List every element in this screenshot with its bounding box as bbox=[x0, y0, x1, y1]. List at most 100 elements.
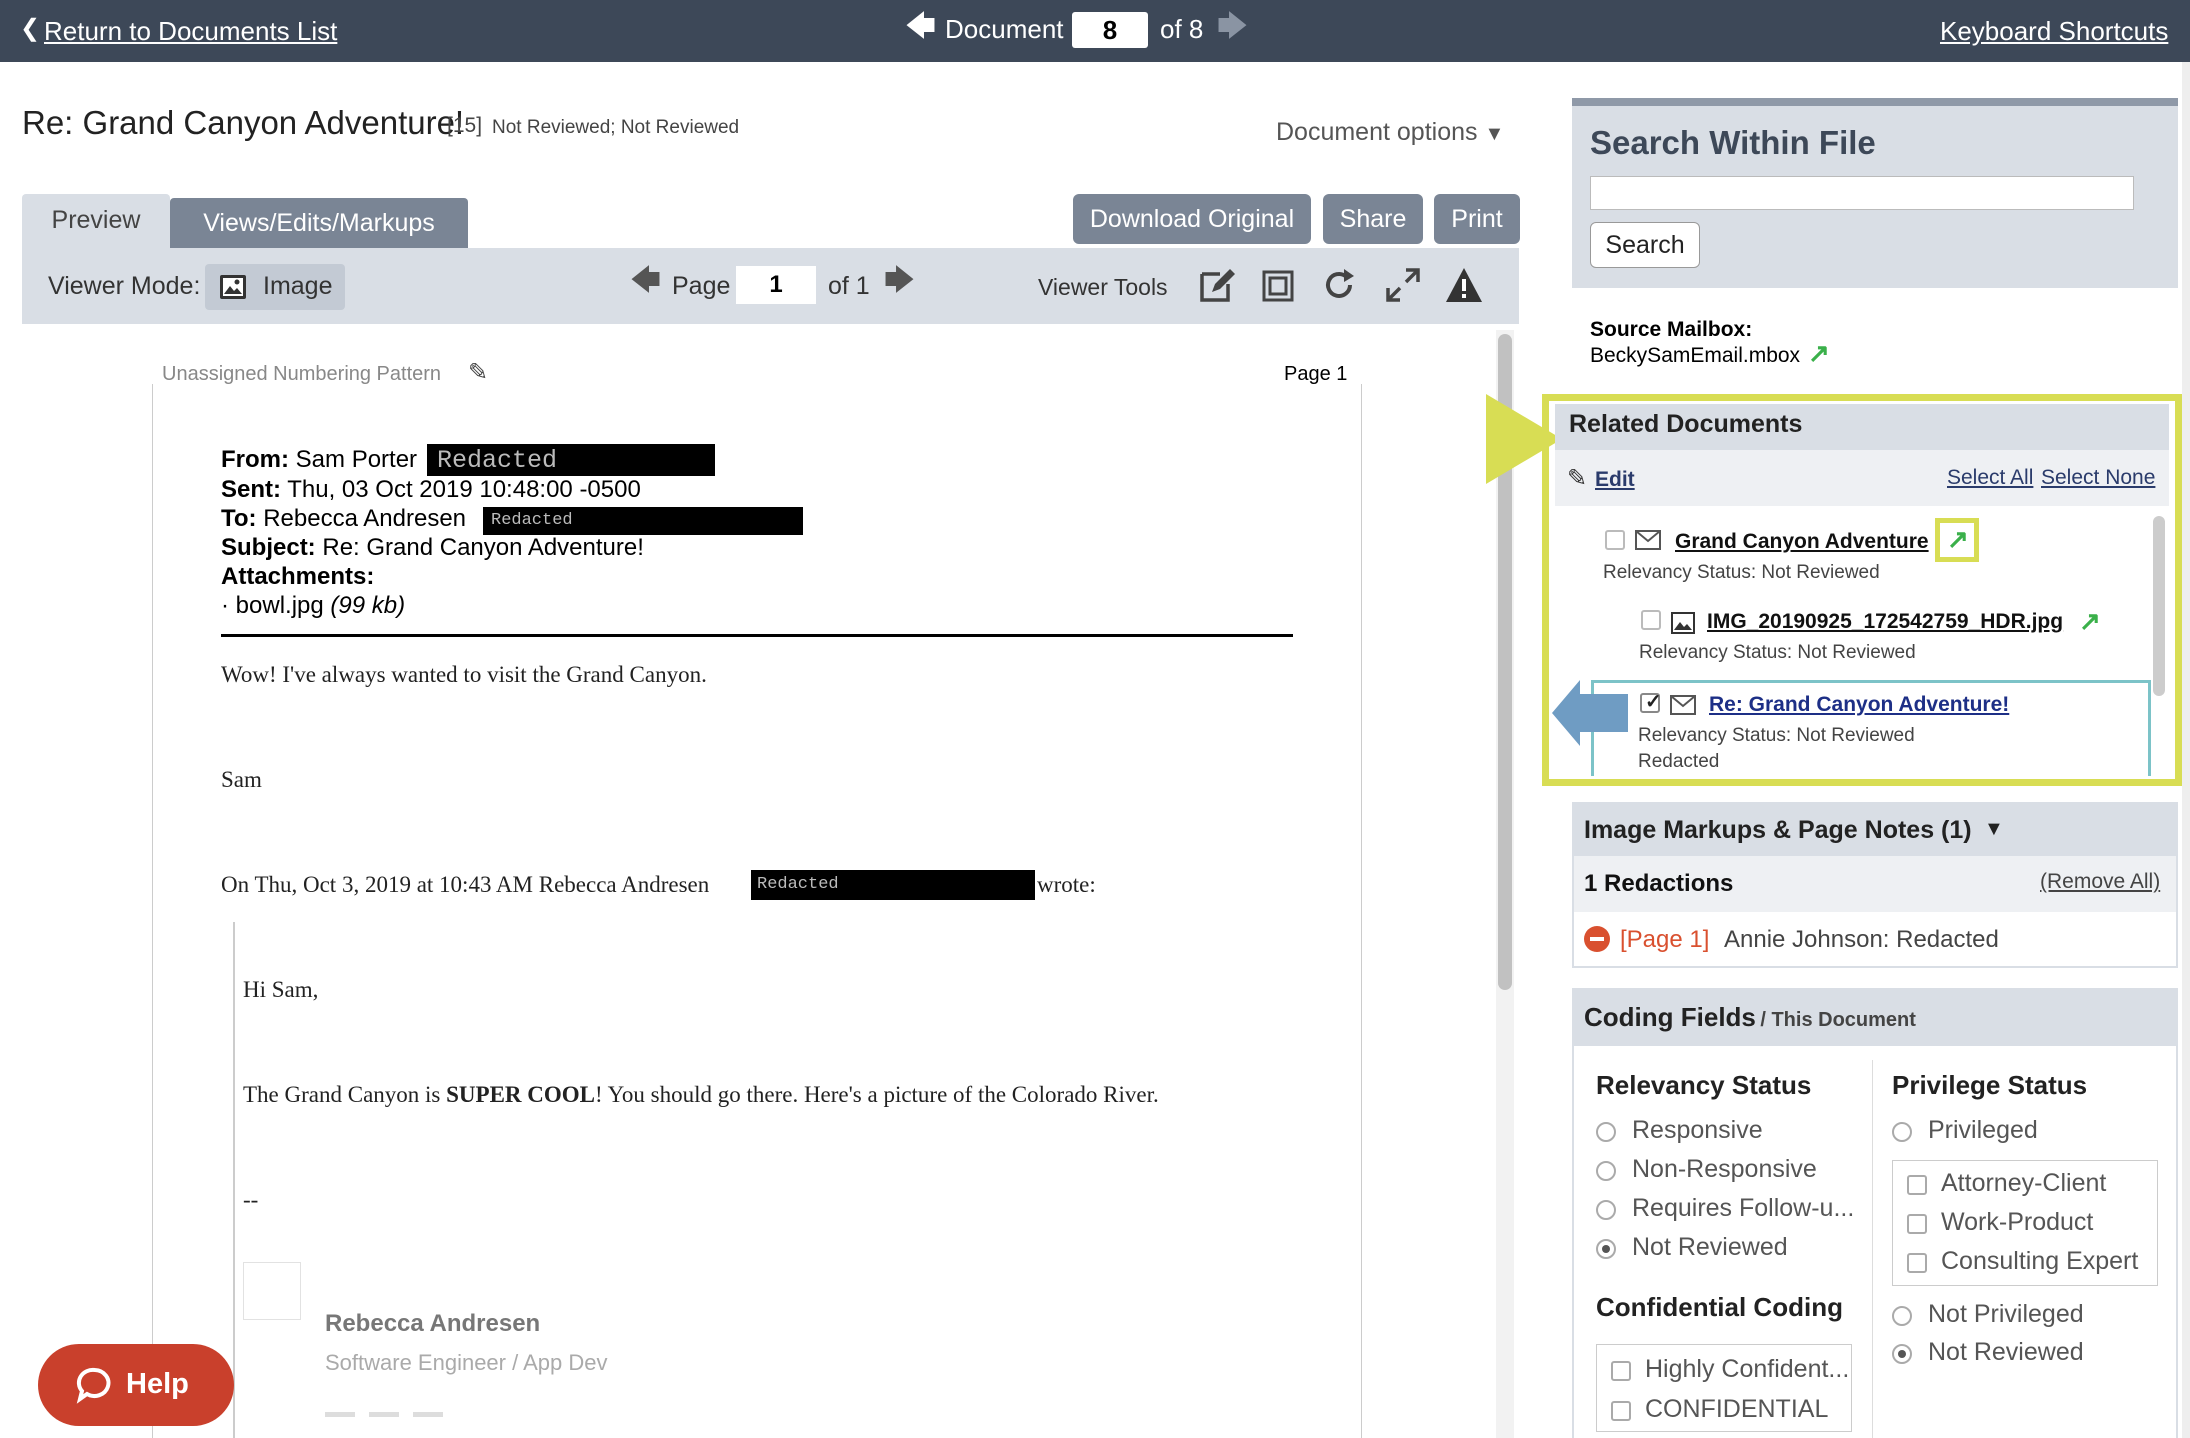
fullscreen-icon[interactable] bbox=[1384, 266, 1422, 304]
pencil-icon[interactable]: ✎ bbox=[468, 358, 488, 387]
checkbox[interactable] bbox=[1641, 610, 1661, 630]
checkbox-checked[interactable]: ✓ bbox=[1640, 691, 1662, 713]
checkbox-work-product[interactable] bbox=[1907, 1214, 1927, 1234]
next-document-icon[interactable]: 🡆 bbox=[1217, 12, 1248, 42]
quote-header: On Thu, Oct 3, 2019 at 10:43 AM Rebecca … bbox=[221, 872, 709, 898]
open-external-icon[interactable]: ↗ bbox=[1947, 526, 1969, 552]
top-bar: ❮ Return to Documents List 🡄 Document 8 … bbox=[0, 0, 2190, 62]
email-icon bbox=[1635, 530, 1661, 550]
select-all-link[interactable]: Select All bbox=[1947, 466, 2033, 490]
warning-icon[interactable] bbox=[1444, 266, 1484, 304]
document-count: of 8 bbox=[1160, 14, 1204, 44]
viewer-mode-label: Viewer Mode: bbox=[48, 272, 201, 300]
radio-non-responsive[interactable] bbox=[1596, 1161, 1616, 1181]
quote-header-text: On Thu, Oct 3, 2019 at 10:43 AM Rebecca … bbox=[221, 872, 710, 897]
quote-dashes: -- bbox=[243, 1187, 259, 1212]
email-icon bbox=[1670, 695, 1696, 715]
quote-line-end: ! You should go there. Here's a picture … bbox=[595, 1082, 1159, 1107]
open-external-icon[interactable]: ↗ bbox=[2079, 608, 2101, 634]
viewer-toolbar: Viewer Mode: Image 🡄 Page 1 of 1 🡆 Viewe… bbox=[22, 248, 1519, 324]
body-line: Wow! I've always wanted to visit the Gra… bbox=[221, 662, 707, 687]
confidential-coding-heading: Confidential Coding bbox=[1596, 1292, 1843, 1322]
image-markups-header[interactable]: Image Markups & Page Notes (1) ▼ bbox=[1574, 804, 2176, 856]
checkbox-confidential[interactable] bbox=[1611, 1401, 1631, 1421]
document-scrollbar[interactable] bbox=[1496, 330, 1514, 1438]
checkbox-highly-confidential[interactable] bbox=[1611, 1361, 1631, 1381]
share-button[interactable]: Share bbox=[1323, 194, 1423, 244]
edit-link[interactable]: Edit bbox=[1595, 468, 1635, 492]
signature-image-placeholder bbox=[243, 1262, 301, 1320]
attachments-label: Attachments: bbox=[221, 563, 375, 590]
chevron-down-icon: ▼ bbox=[1484, 123, 1505, 145]
return-to-documents-link[interactable]: Return to Documents List bbox=[44, 16, 337, 47]
page-scrollbar[interactable] bbox=[2182, 62, 2190, 1438]
open-external-icon[interactable]: ↗ bbox=[1808, 340, 1830, 366]
tab-views-edits-markups[interactable]: Views/Edits/Markups bbox=[170, 198, 468, 248]
rotate-icon[interactable] bbox=[1320, 266, 1358, 304]
radio-not-privileged[interactable] bbox=[1892, 1306, 1912, 1326]
checkbox-attorney-client[interactable] bbox=[1907, 1175, 1927, 1195]
signature-name: Rebecca Andresen bbox=[325, 1310, 541, 1337]
previous-document-icon[interactable]: 🡄 bbox=[905, 12, 936, 42]
relevancy-status: Relevancy Status: Not Reviewed bbox=[1639, 642, 1916, 663]
keyboard-shortcuts-link[interactable]: Keyboard Shortcuts bbox=[1940, 16, 2168, 47]
checkbox-consulting-expert[interactable] bbox=[1907, 1253, 1927, 1273]
checkbox[interactable] bbox=[1605, 530, 1625, 550]
document-count-badge: [15] bbox=[447, 114, 483, 137]
edit-icon[interactable] bbox=[1198, 266, 1236, 304]
radio-privileged[interactable] bbox=[1892, 1122, 1912, 1142]
page-label: Page bbox=[672, 272, 731, 300]
quote-greeting: Hi Sam, bbox=[243, 977, 319, 1002]
related-doc-link[interactable]: Grand Canyon Adventure bbox=[1675, 530, 1929, 554]
print-button[interactable]: Print bbox=[1434, 194, 1520, 244]
related-scrollbar[interactable] bbox=[2153, 516, 2165, 696]
related-doc-link[interactable]: Re: Grand Canyon Adventure! bbox=[1709, 693, 2009, 717]
download-original-button[interactable]: Download Original bbox=[1073, 194, 1311, 244]
search-button[interactable]: Search bbox=[1590, 222, 1700, 268]
viewer-mode-value: Image bbox=[263, 272, 333, 300]
related-documents-panel: Related Documents ✎ Edit Select All Sele… bbox=[1555, 404, 2169, 776]
search-heading: Search Within File bbox=[1590, 124, 1876, 161]
radio-not-reviewed-selected[interactable] bbox=[1596, 1239, 1616, 1259]
tab-preview[interactable]: Preview bbox=[22, 194, 170, 248]
document-options-label: Document options bbox=[1276, 118, 1478, 146]
redaction-box[interactable]: Redacted bbox=[751, 870, 1035, 900]
redaction-box[interactable]: Redacted bbox=[483, 507, 803, 535]
previous-page-icon[interactable]: 🡄 bbox=[630, 266, 661, 296]
option-label: Privileged bbox=[1928, 1116, 2038, 1144]
document-options-menu[interactable]: Document options ▼ bbox=[1276, 118, 1504, 147]
remove-redaction-icon[interactable] bbox=[1584, 926, 1610, 952]
option-label: Non-Responsive bbox=[1632, 1155, 1817, 1183]
attachment-name: · bowl.jpg bbox=[221, 592, 324, 619]
next-page-icon[interactable]: 🡆 bbox=[884, 266, 915, 296]
crop-icon[interactable] bbox=[1260, 268, 1296, 304]
radio-privilege-not-reviewed-selected[interactable] bbox=[1892, 1344, 1912, 1364]
from-value: Sam Porter bbox=[295, 446, 418, 473]
search-input[interactable] bbox=[1590, 176, 2134, 210]
option-label: Requires Follow-u... bbox=[1632, 1194, 1855, 1222]
coding-fields-subheading: / This Document bbox=[1760, 1009, 1916, 1031]
remove-all-link[interactable]: (Remove All) bbox=[2040, 870, 2160, 894]
option-label: CONFIDENTIAL bbox=[1645, 1395, 1829, 1423]
image-markups-panel: Image Markups & Page Notes (1) ▼ 1 Redac… bbox=[1572, 802, 2178, 968]
redaction-page-ref[interactable]: [Page 1] bbox=[1620, 926, 1709, 954]
image-icon bbox=[1671, 612, 1695, 634]
document-number-input[interactable]: 8 bbox=[1072, 12, 1148, 48]
relevancy-status: Relevancy Status: Not Reviewed bbox=[1638, 725, 1915, 746]
option-label: Not Reviewed bbox=[1928, 1338, 2084, 1366]
page-number-input[interactable]: 1 bbox=[736, 266, 816, 304]
option-label: Not Reviewed bbox=[1632, 1233, 1788, 1261]
viewer-mode-button[interactable]: Image bbox=[205, 264, 345, 310]
signature-title: Software Engineer / App Dev bbox=[325, 1350, 608, 1375]
image-icon bbox=[220, 275, 246, 299]
coding-fields-heading: Coding Fields bbox=[1584, 1002, 1756, 1032]
related-doc-link[interactable]: IMG_20190925_172542759_HDR.jpg bbox=[1707, 610, 2063, 634]
radio-responsive[interactable] bbox=[1596, 1122, 1616, 1142]
help-label: Help bbox=[126, 1368, 189, 1400]
current-document-item: ✓ Re: Grand Canyon Adventure! Relevancy … bbox=[1591, 680, 2151, 776]
redaction-box[interactable]: Redacted bbox=[427, 444, 715, 476]
radio-requires-follow-up[interactable] bbox=[1596, 1200, 1616, 1220]
help-button[interactable]: Help bbox=[38, 1344, 234, 1426]
signature-icon bbox=[413, 1412, 443, 1417]
select-none-link[interactable]: Select None bbox=[2041, 466, 2155, 490]
